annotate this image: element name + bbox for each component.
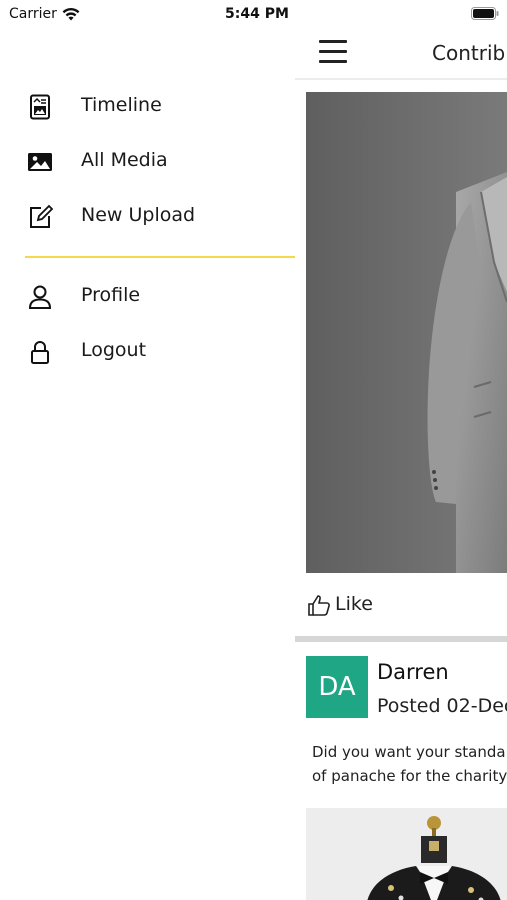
post-separator: [295, 636, 507, 642]
image-icon: [28, 153, 52, 171]
lock-icon: [31, 341, 49, 364]
drawer-item-label: New Upload: [81, 204, 196, 226]
drawer-item-label: Profile: [81, 284, 141, 306]
avatar[interactable]: DA: [306, 656, 368, 718]
thumbs-up-icon: [308, 595, 330, 616]
page-title: Contrib: [432, 41, 506, 65]
drawer-item-all-media[interactable]: All Media: [0, 141, 295, 181]
wifi-icon: [62, 7, 80, 21]
post-body-line: of panache for the charity: [312, 767, 507, 785]
tuxedo-mannequin-image: [306, 808, 507, 900]
drawer-item-label: Logout: [81, 339, 147, 361]
status-bar: Carrier 5:44 PM: [0, 0, 507, 28]
post-image[interactable]: [306, 808, 507, 900]
edit-icon: [30, 204, 53, 228]
main-content: Contrib Like DA Darren Posted 02-Dec Did…: [295, 28, 507, 900]
side-drawer: Timeline All Media New Upload Profile Lo…: [0, 28, 295, 900]
drawer-item-new-upload[interactable]: New Upload: [0, 196, 295, 236]
drawer-item-logout[interactable]: Logout: [0, 331, 295, 371]
battery-icon: [471, 7, 499, 20]
drawer-item-timeline[interactable]: Timeline: [0, 86, 295, 126]
drawer-divider: [25, 256, 295, 258]
drawer-item-label: All Media: [81, 149, 168, 171]
drawer-item-profile[interactable]: Profile: [0, 276, 295, 316]
top-bar: Contrib: [295, 28, 507, 80]
clock: 5:44 PM: [225, 6, 289, 22]
author-name: Darren: [377, 660, 449, 684]
timeline-icon: [30, 94, 50, 120]
drawer-item-label: Timeline: [81, 94, 162, 116]
post-body-line: Did you want your standa: [312, 743, 506, 761]
carrier-label: Carrier: [9, 6, 57, 22]
post-image[interactable]: [306, 92, 507, 573]
hamburger-menu-icon[interactable]: [319, 40, 349, 66]
post-date: Posted 02-Dec: [377, 695, 507, 717]
suit-jacket-image: [306, 92, 507, 573]
person-icon: [28, 285, 52, 309]
post-body: Did you want your standa of panache for …: [312, 740, 507, 788]
avatar-initials: DA: [318, 672, 356, 702]
like-label: Like: [335, 593, 373, 615]
